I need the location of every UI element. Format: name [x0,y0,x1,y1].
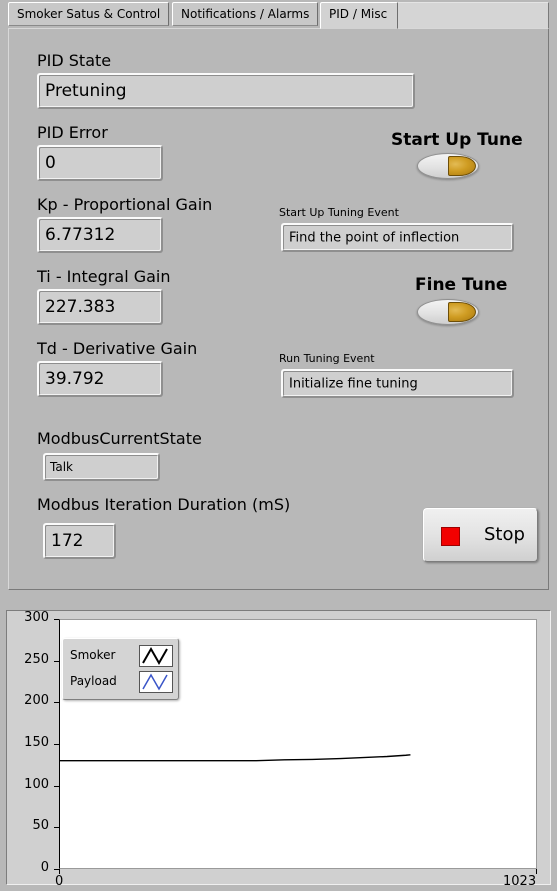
pid-error-field[interactable]: 0 [37,145,163,181]
td-label: Td - Derivative Gain [37,339,198,358]
tab-pid-misc[interactable]: PID / Misc [320,2,398,29]
stop-button[interactable]: Stop [423,508,538,562]
pid-error-value: 0 [45,153,56,173]
y-tick-mark [54,827,59,829]
y-tick-label: 150 [24,735,49,750]
y-tick-label: 0 [40,860,49,875]
chart-legend[interactable]: Smoker Payload [62,638,179,700]
fine-tune-label: Fine Tune [415,275,508,295]
kp-label: Kp - Proportional Gain [37,195,213,214]
run-tuning-event-label: Run Tuning Event [279,352,375,365]
line-style-icon [142,673,168,691]
td-field[interactable]: 39.792 [37,361,163,397]
legend-swatch-payload[interactable] [139,671,173,693]
tab-strip-filler [398,2,549,28]
modbus-current-state-field[interactable]: Talk [43,453,160,481]
startup-tuning-event-label: Start Up Tuning Event [279,206,399,219]
legend-item-smoker[interactable]: Smoker [70,644,173,668]
line-style-icon [142,646,168,666]
legend-label: Payload [70,674,117,688]
tab-smoker-status-control[interactable]: Smoker Satus & Control [8,2,169,26]
tab-strip: Smoker Satus & Control Notifications / A… [0,0,557,30]
y-tick-label: 250 [24,651,49,667]
legend-swatch-smoker[interactable] [139,645,173,667]
run-tuning-event-value: Initialize fine tuning [289,376,418,391]
y-tick-label: 100 [24,776,49,792]
pid-state-value: Pretuning [45,81,127,101]
modbus-current-state-value: Talk [50,460,73,474]
stop-button-label: Stop [484,524,525,545]
modbus-duration-value: 172 [51,531,84,551]
startup-tune-toggle[interactable] [417,153,479,179]
y-tick-label: 200 [24,693,49,709]
run-tuning-event-field[interactable]: Initialize fine tuning [281,369,514,398]
y-tick-mark [54,619,59,620]
pid-state-field[interactable]: Pretuning [37,73,415,109]
ti-label: Ti - Integral Gain [37,267,171,286]
y-tick-mark [54,660,59,662]
fine-tune-toggle[interactable] [417,299,479,325]
kp-value: 6.77312 [45,225,116,245]
modbus-duration-label: Modbus Iteration Duration (mS) [37,495,291,514]
legend-item-payload[interactable]: Payload [70,670,173,694]
application-window: Smoker Satus & Control Notifications / A… [0,0,557,891]
tab-label: PID / Misc [329,7,388,21]
x-tick-label: 1023 [503,874,537,889]
kp-field[interactable]: 6.77312 [37,217,163,253]
toggle-knob-icon [448,302,476,322]
stop-square-icon [441,527,460,546]
startup-tune-label: Start Up Tune [391,130,523,150]
td-value: 39.792 [45,369,105,389]
y-tick-mark [54,785,59,787]
pid-error-label: PID Error [37,123,108,142]
startup-tuning-event-value: Find the point of inflection [289,230,460,245]
tab-notifications-alarms[interactable]: Notifications / Alarms [172,2,318,26]
ti-field[interactable]: 227.383 [37,289,163,325]
y-tick-label: 300 [24,610,49,625]
modbus-current-state-label: ModbusCurrentState [37,429,202,448]
tab-label: Notifications / Alarms [181,7,310,21]
tab-label: Smoker Satus & Control [17,7,161,21]
y-tick-mark [54,702,59,704]
legend-label: Smoker [70,648,116,662]
chart-line-smoker [60,754,411,762]
startup-tuning-event-field[interactable]: Find the point of inflection [281,223,514,252]
x-tick-mark [536,869,537,874]
x-tick-label: 0 [55,874,64,889]
toggle-knob-icon [448,156,476,176]
modbus-duration-field[interactable]: 172 [43,523,116,559]
ti-value: 227.383 [45,297,116,317]
y-tick-label: 50 [32,818,49,834]
pid-misc-panel: PID State Pretuning PID Error 0 Kp - Pro… [8,28,549,590]
pid-state-label: PID State [37,51,112,70]
y-tick-mark [54,744,59,745]
